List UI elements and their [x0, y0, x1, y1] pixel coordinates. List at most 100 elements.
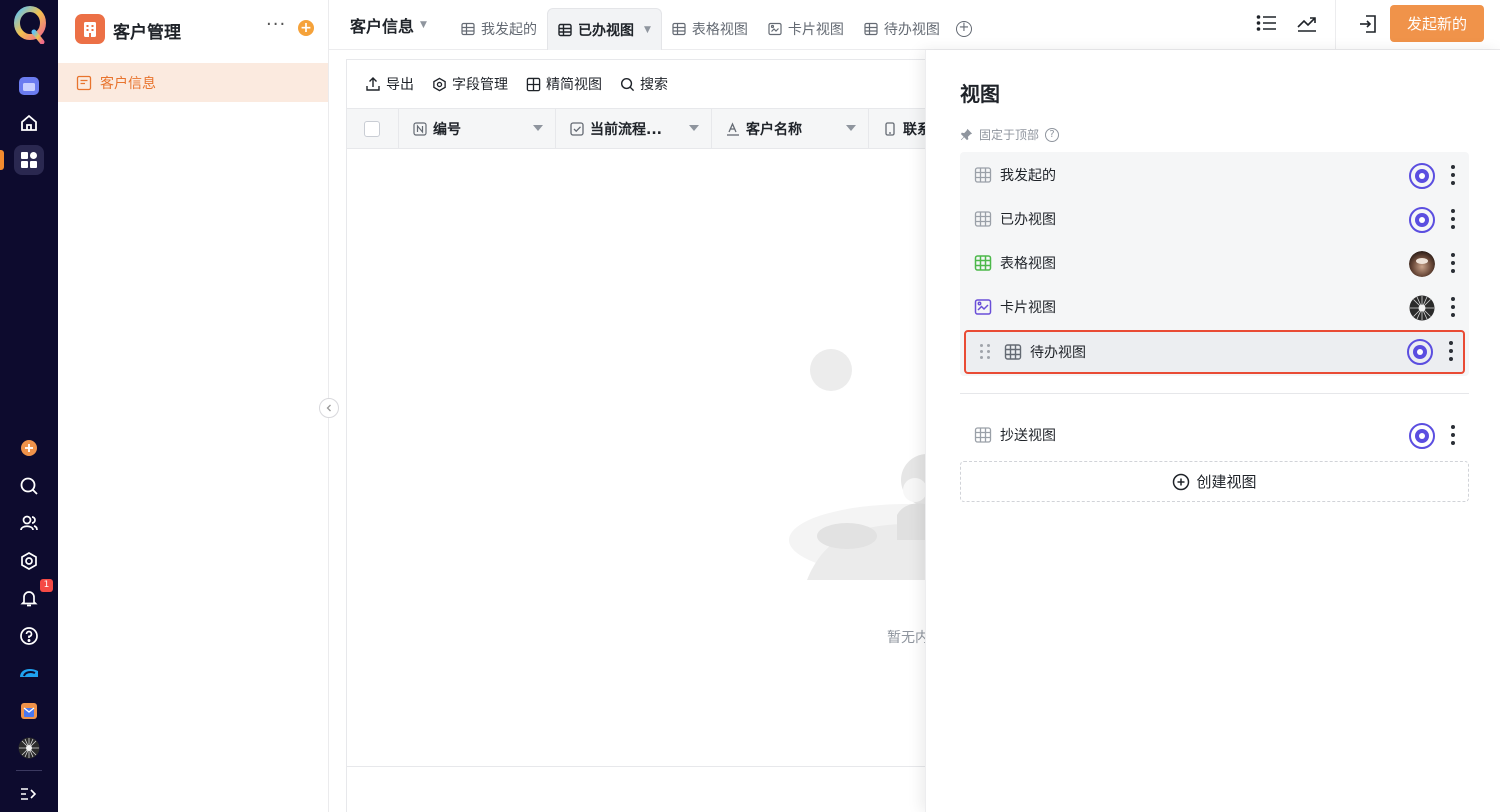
add-item-button[interactable]: +	[298, 20, 314, 36]
chevron-down-icon[interactable]	[533, 125, 543, 131]
app-sidebar: 客户管理 ··· + 客户信息	[58, 0, 329, 812]
header-divider	[1335, 0, 1336, 50]
notification-badge: 1	[40, 579, 53, 592]
store-app-icon[interactable]	[14, 696, 44, 726]
field-management-button[interactable]: 字段管理	[432, 74, 508, 94]
tab-label: 表格视图	[691, 22, 748, 38]
more-vertical-icon[interactable]	[1451, 297, 1455, 317]
view-item-table[interactable]: 表格视图	[960, 241, 1469, 285]
column-label: 当前流程...	[590, 122, 662, 138]
table-header: 编号 当前流程... 客户名称 联系	[347, 108, 947, 149]
exit-icon[interactable]	[1357, 13, 1379, 35]
list-icon[interactable]	[1256, 13, 1278, 33]
upload-icon	[366, 77, 380, 91]
table-icon	[974, 167, 992, 183]
table-icon	[974, 427, 992, 443]
table-icon	[974, 255, 992, 271]
view-label: 卡片视图	[1000, 300, 1056, 316]
add-view-icon[interactable]: +	[955, 21, 972, 37]
tab-card-view[interactable]: 卡片视图	[758, 8, 854, 50]
visibility-eye-icon[interactable]	[1409, 163, 1435, 189]
user-avatar[interactable]	[14, 733, 44, 763]
sidebar-item-label: 客户信息	[100, 75, 156, 92]
compact-view-button[interactable]: 精简视图	[526, 74, 602, 94]
visibility-eye-icon[interactable]	[1407, 339, 1433, 365]
column-header-customer-name[interactable]: 客户名称	[712, 109, 869, 149]
app-icon	[75, 14, 105, 44]
tab-my-initiated[interactable]: 我发起的	[451, 8, 547, 50]
search-icon[interactable]	[14, 471, 44, 501]
tab-label: 已办视图	[578, 22, 634, 39]
tab-done-view[interactable]: 已办视图 ▼	[547, 8, 662, 50]
table-icon	[672, 22, 686, 36]
view-item-done[interactable]: 已办视图	[960, 197, 1469, 241]
expand-menu-icon[interactable]	[14, 779, 44, 809]
text-field-icon	[727, 122, 739, 136]
panel-title: 视图	[960, 82, 1000, 106]
table-footer-divider	[347, 766, 947, 767]
search-label: 搜索	[640, 77, 668, 93]
table-toolbar: 导出 字段管理 精简视图 搜索	[347, 60, 668, 108]
breadcrumb[interactable]: 客户信息 ▼	[350, 13, 427, 37]
contacts-icon[interactable]	[14, 508, 44, 538]
search-button[interactable]: 搜索	[620, 74, 668, 94]
more-vertical-icon[interactable]	[1451, 165, 1455, 185]
column-label: 客户名称	[746, 122, 802, 138]
view-item-my-initiated[interactable]: 我发起的	[960, 153, 1469, 197]
chevron-down-icon[interactable]: ▼	[644, 25, 651, 35]
settings-icon[interactable]	[14, 546, 44, 576]
view-label: 表格视图	[1000, 256, 1056, 272]
view-item-todo-dragging[interactable]: 待办视图	[964, 330, 1465, 374]
chevron-down-icon[interactable]	[689, 125, 699, 131]
create-view-button[interactable]: 创建视图	[960, 461, 1469, 502]
calendar-app-icon[interactable]	[14, 71, 44, 101]
card-icon	[974, 299, 992, 315]
help-icon[interactable]	[14, 621, 44, 651]
brand-app-icon[interactable]	[14, 658, 44, 688]
column-label: 编号	[433, 122, 461, 138]
pin-icon	[960, 128, 973, 141]
card-icon	[768, 22, 782, 36]
tab-label: 我发起的	[481, 22, 537, 38]
start-new-button[interactable]: 发起新的	[1390, 5, 1484, 42]
phone-field-icon	[885, 122, 895, 136]
chevron-down-icon[interactable]	[846, 125, 856, 131]
view-tabs: 我发起的 已办视图 ▼ 表格视图 卡片视图 待办视图 +	[451, 8, 972, 50]
help-icon[interactable]: ?	[1045, 127, 1060, 142]
more-vertical-icon[interactable]	[1451, 425, 1455, 445]
trend-chart-icon[interactable]	[1296, 13, 1318, 33]
column-header-number[interactable]: 编号	[399, 109, 556, 149]
add-circle-icon[interactable]	[14, 433, 44, 463]
select-all-checkbox[interactable]	[364, 121, 380, 137]
column-header-current-flow[interactable]: 当前流程...	[556, 109, 712, 149]
more-vertical-icon[interactable]	[1451, 253, 1455, 273]
checkbox-field-icon	[570, 122, 584, 136]
empty-state-illustration	[789, 349, 947, 580]
chevron-down-icon: ▼	[420, 20, 427, 30]
tab-todo-view[interactable]: 待办视图	[854, 8, 950, 50]
more-vertical-icon[interactable]	[1451, 209, 1455, 229]
more-vertical-icon[interactable]	[1449, 341, 1453, 361]
pinned-section-label: 固定于顶部 ?	[960, 126, 1060, 143]
view-label: 已办视图	[1000, 212, 1056, 228]
collapse-sidebar-button[interactable]	[319, 398, 339, 418]
creator-avatar	[1409, 295, 1435, 321]
export-button[interactable]: 导出	[365, 74, 414, 94]
workspace-grid-icon[interactable]	[14, 145, 44, 175]
view-label: 我发起的	[1000, 168, 1056, 184]
table-icon	[974, 211, 992, 227]
home-icon[interactable]	[14, 108, 44, 138]
app-logo[interactable]	[14, 6, 46, 44]
visibility-eye-icon[interactable]	[1409, 423, 1435, 449]
drag-handle-icon[interactable]	[980, 344, 990, 360]
visibility-eye-icon[interactable]	[1409, 207, 1435, 233]
data-table: 导出 字段管理 精简视图 搜索 编号 当前流程... 客户名称 联系 暂无内	[346, 59, 947, 812]
view-item-cc[interactable]: 抄送视图	[960, 413, 1469, 457]
tab-table-view[interactable]: 表格视图	[662, 8, 758, 50]
view-item-card[interactable]: 卡片视图	[960, 285, 1469, 329]
pinned-label-text: 固定于顶部	[979, 128, 1040, 142]
number-field-icon	[413, 122, 427, 136]
sidebar-item-customer-info[interactable]: 客户信息	[58, 63, 328, 102]
more-options-icon[interactable]: ···	[266, 14, 286, 35]
view-label: 待办视图	[1030, 345, 1086, 361]
